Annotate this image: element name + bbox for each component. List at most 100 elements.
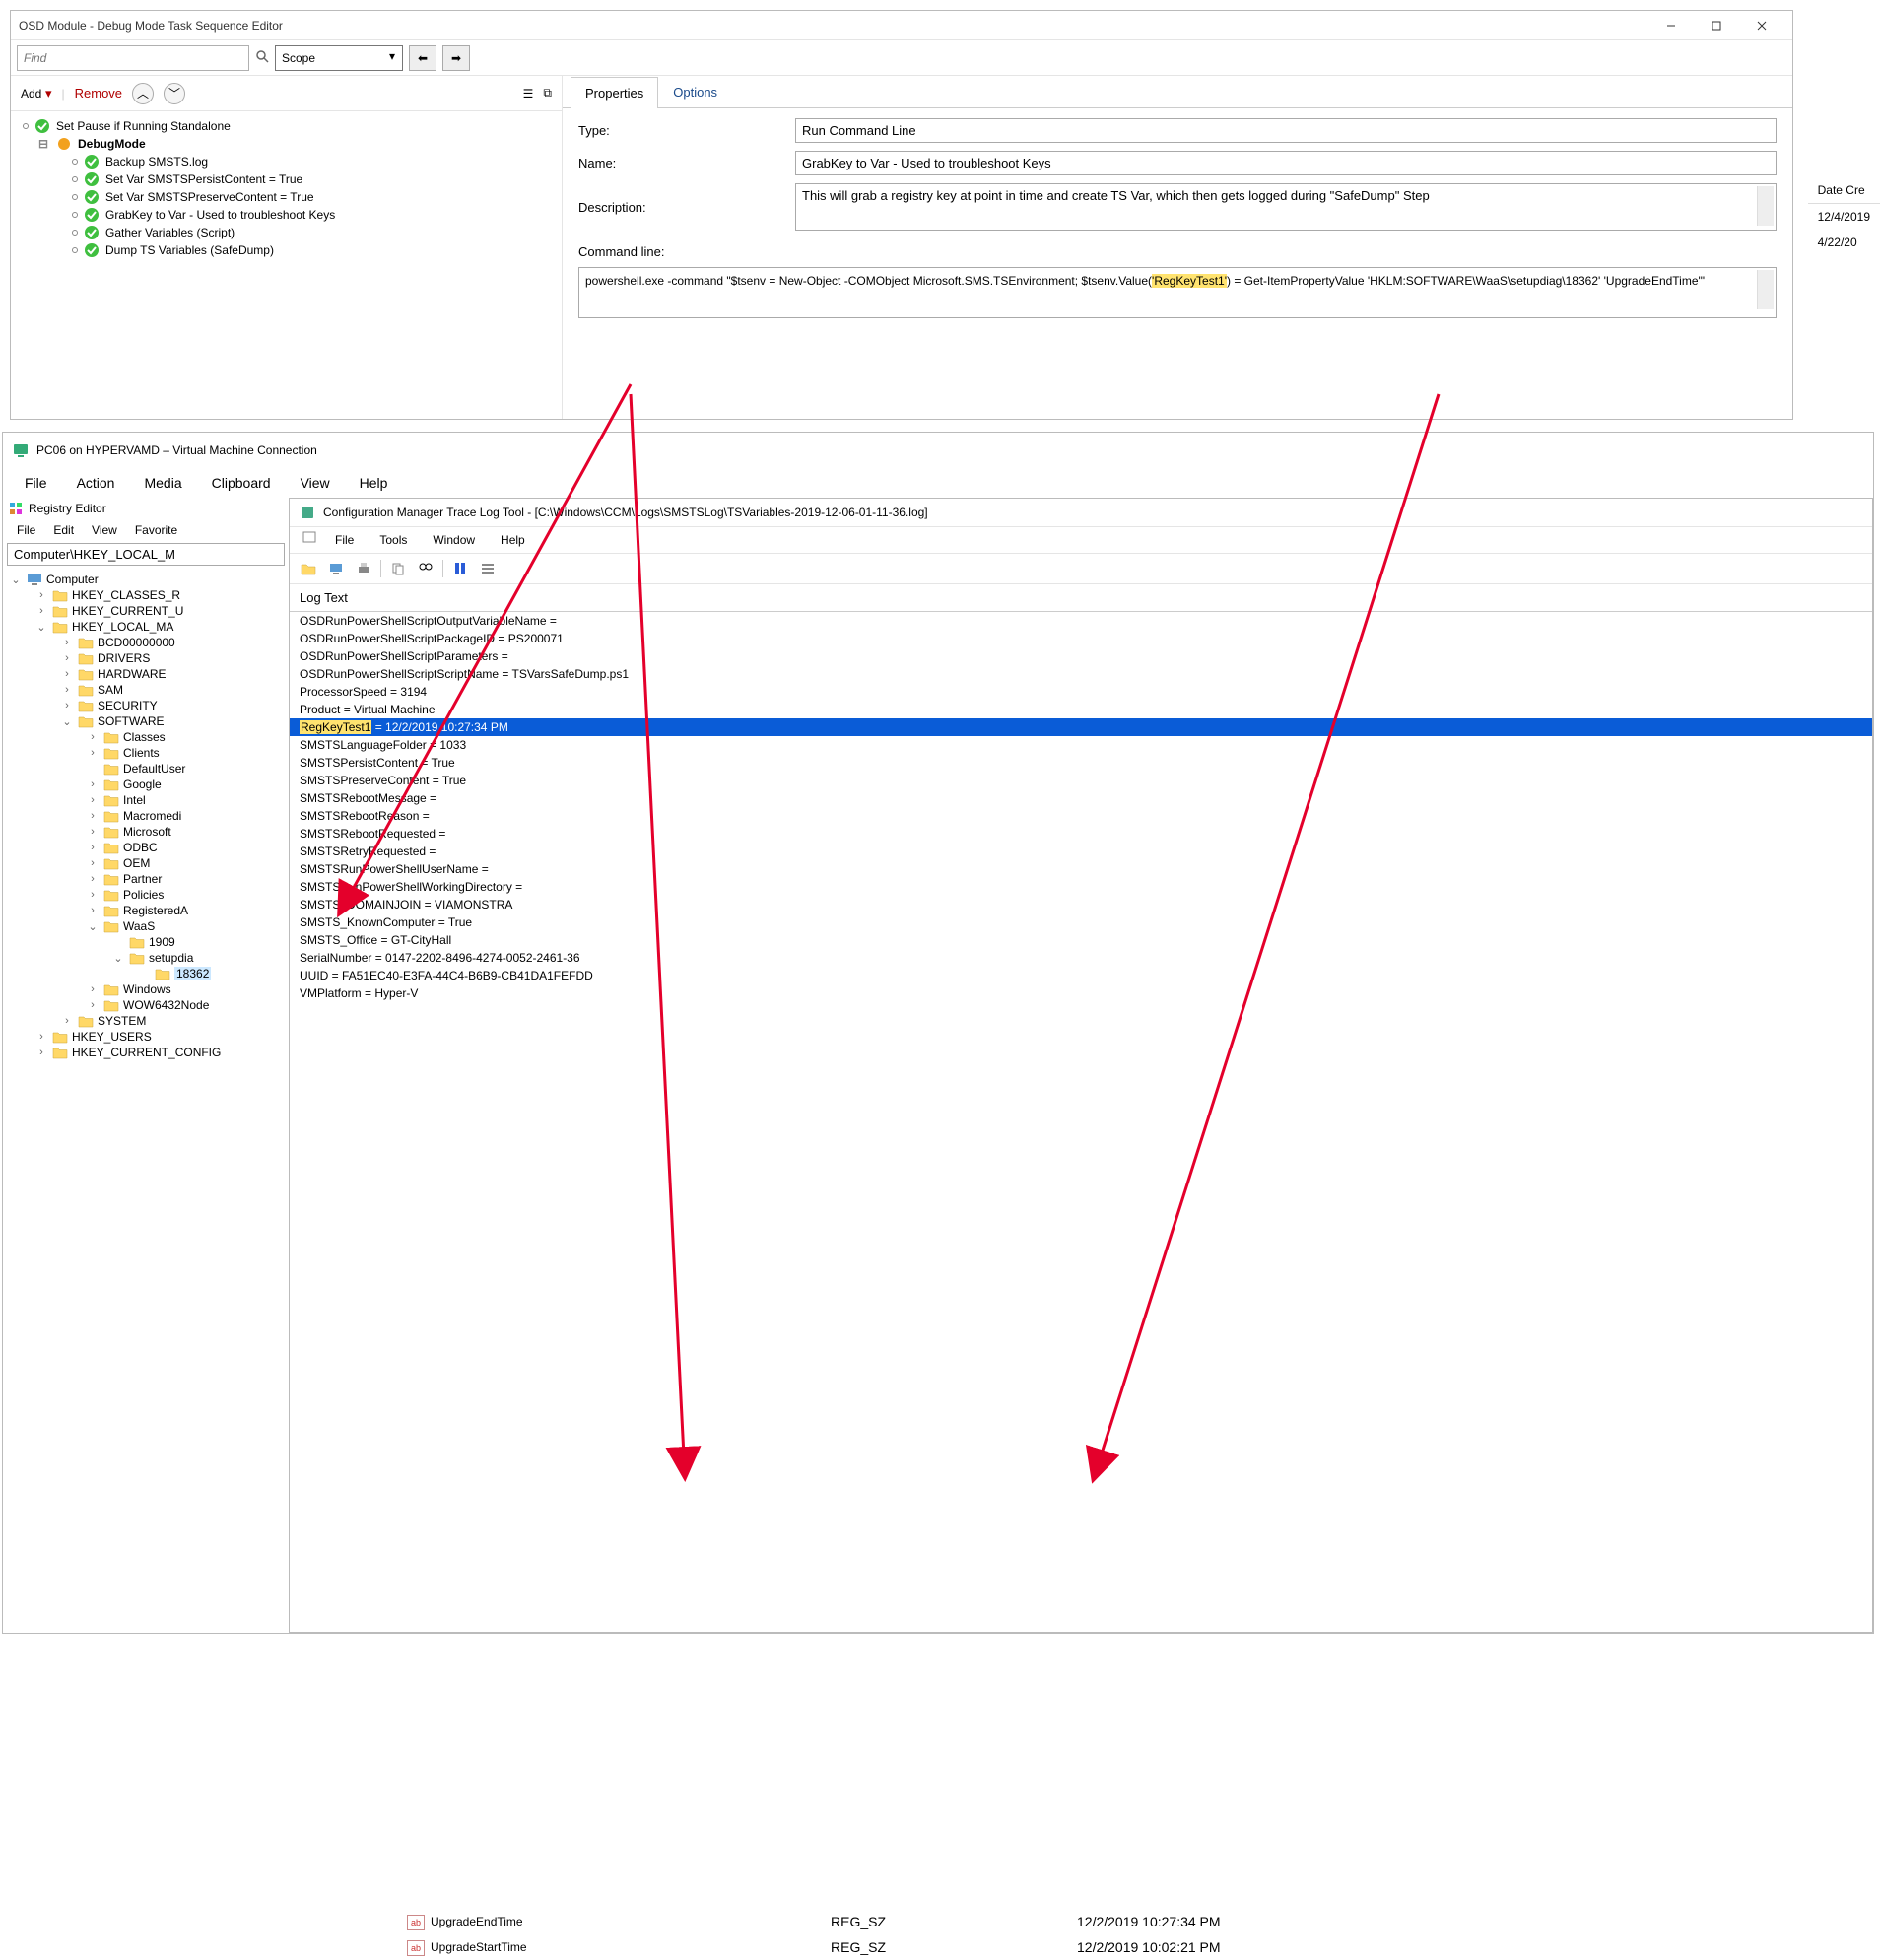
expand-icon[interactable]: ⌄: [60, 715, 74, 728]
tree-node[interactable]: ›SAM: [3, 682, 289, 698]
regedit-menu-view[interactable]: View: [84, 521, 125, 539]
expand-icon[interactable]: ›: [86, 999, 100, 1011]
step-item[interactable]: Gather Variables (Script): [17, 224, 556, 241]
tree-node[interactable]: ›Microsoft: [3, 824, 289, 840]
tree-node[interactable]: ⌄SOFTWARE: [3, 713, 289, 729]
tree-node[interactable]: DefaultUser: [3, 761, 289, 777]
tree-node[interactable]: ›DRIVERS: [3, 650, 289, 666]
log-line[interactable]: VMPlatform = Hyper-V: [290, 984, 1872, 1002]
log-line[interactable]: OSDRunPowerShellScriptOutputVariableName…: [290, 612, 1872, 630]
log-line[interactable]: Product = Virtual Machine: [290, 701, 1872, 718]
tab-options[interactable]: Options: [658, 76, 732, 107]
tree-node[interactable]: ⌄setupdia: [3, 950, 289, 966]
tree-node[interactable]: ›Google: [3, 777, 289, 792]
regedit-menu-favorites[interactable]: Favorite: [127, 521, 185, 539]
log-line[interactable]: SMSTSPreserveContent = True: [290, 772, 1872, 789]
log-line[interactable]: SMSTSLanguageFolder = 1033: [290, 736, 1872, 754]
scope-dropdown[interactable]: Scope: [275, 45, 403, 71]
expand-icon[interactable]: ›: [60, 652, 74, 664]
tree-node[interactable]: ›SYSTEM: [3, 1013, 289, 1029]
regedit-menu-edit[interactable]: Edit: [45, 521, 82, 539]
minimize-button[interactable]: [1648, 11, 1694, 40]
cmtrace-menu-tools[interactable]: Tools: [368, 529, 419, 551]
expand-icon[interactable]: ⌄: [86, 920, 100, 933]
tree-node[interactable]: ›Windows: [3, 981, 289, 997]
expand-icon[interactable]: ›: [86, 731, 100, 743]
expand-icon[interactable]: ›: [86, 778, 100, 790]
expand-icon[interactable]: ›: [86, 983, 100, 995]
log-line[interactable]: SMSTS_KnownComputer = True: [290, 913, 1872, 931]
tree-node[interactable]: ›WOW6432Node: [3, 997, 289, 1013]
tree-node[interactable]: ›HKEY_CLASSES_R: [3, 587, 289, 603]
pause-icon[interactable]: [449, 558, 471, 579]
cmtrace-column-header[interactable]: Log Text: [290, 584, 1872, 612]
expand-icon[interactable]: ›: [60, 700, 74, 711]
vm-menu-clipboard[interactable]: Clipboard: [198, 471, 285, 495]
log-line[interactable]: SerialNumber = 0147-2202-8496-4274-0052-…: [290, 949, 1872, 967]
tree-node[interactable]: ›Clients: [3, 745, 289, 761]
print-icon[interactable]: [353, 558, 374, 579]
tree-node[interactable]: ›Partner: [3, 871, 289, 887]
vm-menu-view[interactable]: View: [287, 471, 344, 495]
vm-menu-media[interactable]: Media: [130, 471, 195, 495]
tree-node[interactable]: ›RegisteredA: [3, 903, 289, 918]
regedit-tree[interactable]: ⌄Computer›HKEY_CLASSES_R›HKEY_CURRENT_U⌄…: [3, 568, 289, 1064]
close-button[interactable]: [1739, 11, 1784, 40]
expand-icon[interactable]: ›: [86, 747, 100, 759]
toolbar-icon[interactable]: ⧉: [543, 86, 552, 101]
expand-icon[interactable]: ›: [86, 842, 100, 853]
log-line[interactable]: SMSTSRunPowerShellWorkingDirectory =: [290, 878, 1872, 896]
log-line[interactable]: ProcessorSpeed = 3194: [290, 683, 1872, 701]
log-line[interactable]: SMSTSRebootRequested =: [290, 825, 1872, 843]
log-line[interactable]: OSDRunPowerShellScriptPackageID = PS2000…: [290, 630, 1872, 647]
search-icon[interactable]: [255, 49, 269, 66]
step-item[interactable]: Set Var SMSTSPersistContent = True: [17, 170, 556, 188]
expand-icon[interactable]: ›: [60, 684, 74, 696]
log-line[interactable]: SMSTSRebootMessage =: [290, 789, 1872, 807]
tree-node[interactable]: ⌄Computer: [3, 572, 289, 587]
tree-node[interactable]: ›HKEY_CURRENT_CONFIG: [3, 1045, 289, 1060]
open-icon[interactable]: [298, 558, 319, 579]
tab-properties[interactable]: Properties: [571, 77, 658, 108]
step-item[interactable]: Backup SMSTS.log: [17, 153, 556, 170]
expand-icon[interactable]: ›: [60, 668, 74, 680]
step-group-debugmode[interactable]: ⊟ DebugMode: [17, 135, 556, 153]
tree-node[interactable]: ›HKEY_USERS: [3, 1029, 289, 1045]
log-line[interactable]: RegKeyTest1 = 12/2/2019 10:27:34 PM: [290, 718, 1872, 736]
expand-icon[interactable]: ⌄: [9, 574, 23, 586]
expand-icon[interactable]: ›: [34, 1047, 48, 1058]
tree-node[interactable]: ›Macromedi: [3, 808, 289, 824]
expand-icon[interactable]: ›: [86, 889, 100, 901]
copy-icon[interactable]: [387, 558, 409, 579]
tree-node[interactable]: ›ODBC: [3, 840, 289, 855]
regedit-value-row[interactable]: abUpgradeEndTimeREG_SZ12/2/2019 10:27:34…: [397, 1909, 1579, 1934]
nav-next-button[interactable]: ➡: [442, 45, 470, 71]
step-item[interactable]: Dump TS Variables (SafeDump): [17, 241, 556, 259]
regedit-value-list[interactable]: abUpgradeEndTimeREG_SZ12/2/2019 10:27:34…: [397, 1909, 1579, 1960]
expand-icon[interactable]: ›: [34, 589, 48, 601]
find-icon[interactable]: [415, 558, 436, 579]
regedit-value-row[interactable]: abUpgradeStartTimeREG_SZ12/2/2019 10:02:…: [397, 1934, 1579, 1960]
prop-desc-input[interactable]: This will grab a registry key at point i…: [795, 183, 1777, 231]
list-icon[interactable]: [477, 558, 499, 579]
expand-icon[interactable]: ›: [34, 605, 48, 617]
expand-icon[interactable]: ⌄: [111, 952, 125, 965]
tree-node[interactable]: ›HARDWARE: [3, 666, 289, 682]
log-line[interactable]: SMSTS_DOMAINJOIN = VIAMONSTRA: [290, 896, 1872, 913]
expand-icon[interactable]: ›: [86, 810, 100, 822]
regedit-menu-file[interactable]: File: [9, 521, 43, 539]
expand-icon[interactable]: ›: [86, 857, 100, 869]
tree-node[interactable]: ›SECURITY: [3, 698, 289, 713]
tree-node[interactable]: ›BCD00000000: [3, 635, 289, 650]
command-line-input[interactable]: powershell.exe -command "$tsenv = New-Ob…: [578, 267, 1777, 318]
tree-node[interactable]: ›OEM: [3, 855, 289, 871]
tree-node[interactable]: ⌄HKEY_LOCAL_MA: [3, 619, 289, 635]
maximize-button[interactable]: [1694, 11, 1739, 40]
move-up-button[interactable]: ︿: [132, 83, 154, 104]
vm-menu-file[interactable]: File: [11, 471, 61, 495]
log-line[interactable]: SMSTSRebootReason =: [290, 807, 1872, 825]
tree-node[interactable]: ⌄WaaS: [3, 918, 289, 934]
cmtrace-menu-file[interactable]: File: [323, 529, 366, 551]
expand-icon[interactable]: ›: [86, 826, 100, 838]
expand-icon[interactable]: ›: [86, 794, 100, 806]
